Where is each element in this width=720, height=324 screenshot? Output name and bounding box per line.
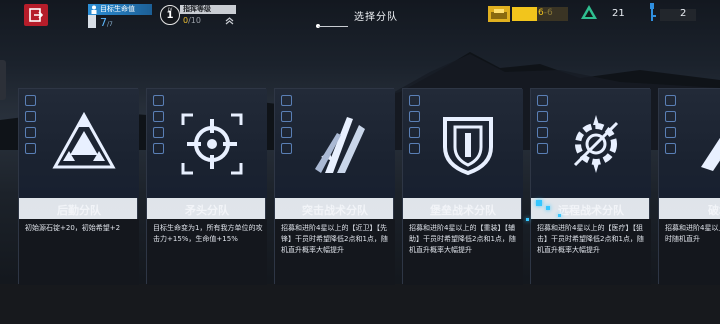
squad-description: 目标生命变为1，所有我方单位的攻击力+15%，生命值+15% bbox=[153, 224, 263, 243]
squad-class-icons bbox=[665, 95, 677, 159]
selection-sparkle bbox=[558, 214, 561, 217]
class-icon bbox=[409, 95, 420, 106]
person-icon bbox=[91, 5, 97, 14]
ingot-bar-fill bbox=[512, 7, 538, 21]
class-icon bbox=[537, 127, 548, 138]
class-icon bbox=[665, 111, 676, 122]
class-icon bbox=[25, 95, 36, 106]
squad-class-icons bbox=[537, 95, 549, 159]
class-icon bbox=[153, 143, 164, 154]
hp-flag bbox=[88, 15, 96, 28]
class-icon bbox=[25, 111, 36, 122]
squad-name: 后勤分队 bbox=[57, 204, 101, 217]
squad-class-icons bbox=[281, 95, 293, 159]
command-level-label: 指挥等级 bbox=[180, 5, 236, 14]
command-level-panel: 指挥等级 0/10 bbox=[180, 5, 236, 27]
gear-icon bbox=[573, 115, 619, 173]
level-prefix: LV bbox=[167, 7, 173, 12]
exp-max: 10 bbox=[190, 16, 201, 25]
class-icon bbox=[665, 127, 676, 138]
class-icon bbox=[409, 143, 420, 154]
squad-name: 堡垒战术分队 bbox=[430, 204, 496, 217]
key-bar bbox=[660, 9, 696, 21]
class-icon bbox=[409, 111, 420, 122]
squad-class-icons bbox=[25, 95, 37, 159]
exit-button[interactable] bbox=[24, 4, 48, 26]
blades-icon bbox=[315, 117, 365, 173]
target-hp-panel: 目标生命值 7/7 bbox=[88, 4, 152, 29]
squad-card[interactable]: 后勤分队 初始源石锭+20，初始希望+2 bbox=[18, 88, 139, 285]
class-icon bbox=[281, 111, 292, 122]
squad-card[interactable]: 破坏 招募和进阶4星以上的【特种】干员时随机直升 bbox=[658, 88, 720, 285]
originium-ingot-icon bbox=[488, 6, 510, 22]
triforce-icon bbox=[52, 111, 116, 169]
squad-description: 招募和进阶4星以上的【特种】干员时随机直升 bbox=[665, 224, 720, 243]
class-icon bbox=[25, 143, 36, 154]
title-line bbox=[318, 26, 348, 27]
hope-icon bbox=[581, 5, 597, 19]
squad-name: 破坏 bbox=[708, 204, 720, 217]
class-icon bbox=[537, 143, 548, 154]
exit-icon bbox=[29, 8, 43, 22]
squad-class-icons bbox=[153, 95, 165, 159]
class-icon bbox=[25, 127, 36, 138]
key-value: 2 bbox=[680, 8, 687, 19]
selection-sparkle bbox=[526, 218, 529, 221]
bottom-strip bbox=[0, 284, 720, 324]
selection-sparkle bbox=[546, 206, 550, 210]
key-icon bbox=[650, 3, 656, 21]
squad-description: 招募和进阶4星以上的【近卫】【先锋】干员时希望降低2点和1点，随机直升概率大幅提… bbox=[281, 224, 388, 254]
squad-card[interactable]: 堡垒战术分队 招募和进阶4星以上的【重装】【辅助】干员时希望降低2点和1点，随机… bbox=[402, 88, 523, 285]
class-icon bbox=[281, 127, 292, 138]
ingot-max: 6 bbox=[546, 8, 553, 18]
command-level-badge: LV 1 bbox=[160, 5, 180, 25]
class-icon bbox=[537, 111, 548, 122]
side-rail bbox=[0, 60, 6, 100]
class-icon bbox=[665, 143, 676, 154]
squad-name: 远程战术分队 bbox=[558, 204, 624, 217]
breaker-icon bbox=[701, 137, 720, 171]
squad-description: 招募和进阶4星以上的【重装】【辅助】干员时希望降低2点和1点，随机直升概率大幅提… bbox=[409, 224, 516, 254]
class-icon bbox=[153, 95, 164, 106]
target-hp-value: 7/7 bbox=[100, 16, 113, 29]
ingot-count: 6-6 bbox=[538, 8, 553, 18]
chevron-up-icon bbox=[225, 17, 234, 25]
squad-card[interactable]: 远程战术分队 招募和进阶4星以上的【医疗】【狙击】干员时希望降低2点和1点，随机… bbox=[530, 88, 651, 285]
hp-max: 7 bbox=[109, 21, 113, 28]
squad-class-icons bbox=[409, 95, 421, 159]
selection-sparkle bbox=[536, 200, 542, 206]
squad-name: 矛头分队 bbox=[185, 204, 229, 217]
shield-icon bbox=[443, 117, 493, 176]
hp-current: 7 bbox=[100, 16, 107, 29]
page-title: 选择分队 bbox=[354, 12, 398, 23]
squad-description: 初始源石锭+20，初始希望+2 bbox=[25, 224, 121, 232]
crosshair-icon bbox=[181, 113, 243, 175]
class-icon bbox=[281, 143, 292, 154]
class-icon bbox=[537, 95, 548, 106]
class-icon bbox=[281, 95, 292, 106]
squad-description: 招募和进阶4星以上的【医疗】【狙击】干员时希望降低2点和1点，随机直升概率大幅提… bbox=[537, 224, 644, 254]
class-icon bbox=[153, 127, 164, 138]
class-icon bbox=[665, 95, 676, 106]
hope-value: 21 bbox=[612, 8, 625, 19]
class-icon bbox=[409, 127, 420, 138]
squad-card[interactable]: 突击战术分队 招募和进阶4星以上的【近卫】【先锋】干员时希望降低2点和1点，随机… bbox=[274, 88, 395, 285]
class-icon bbox=[153, 111, 164, 122]
squad-name: 突击战术分队 bbox=[302, 204, 368, 217]
command-exp: 0/10 bbox=[183, 16, 201, 25]
squad-card[interactable]: 矛头分队 目标生命变为1，所有我方单位的攻击力+15%，生命值+15% bbox=[146, 88, 267, 285]
squad-select-screen: 目标生命值 7/7 LV 1 指挥等级 0/10 选择分队 6-6 21 2 后… bbox=[0, 0, 720, 324]
